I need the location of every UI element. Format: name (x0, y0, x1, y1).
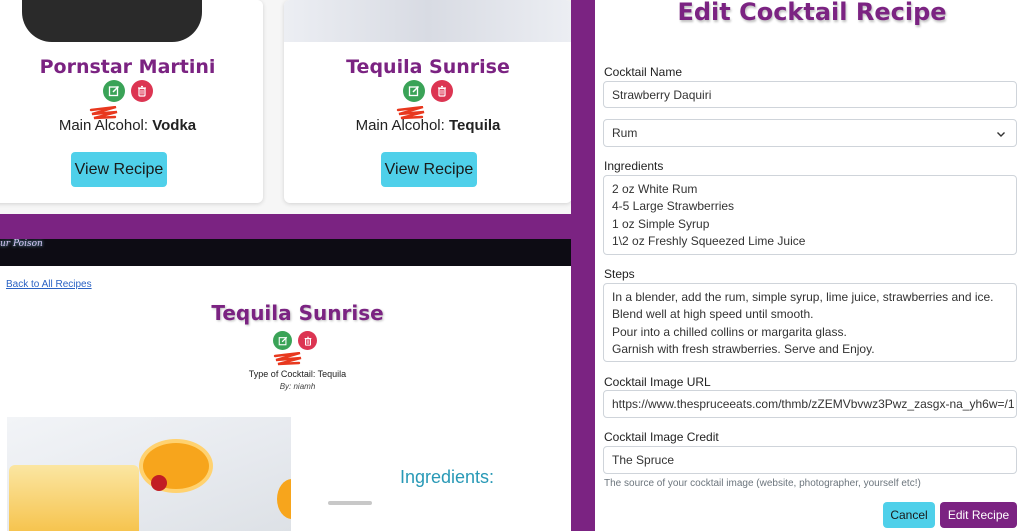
edit-recipe-button[interactable]: Edit Recipe (940, 502, 1017, 528)
edit-recipe-form: Edit Cocktail Recipe Cocktail Name Straw… (595, 0, 1029, 531)
photo-orange-slice (277, 479, 291, 519)
brand-logo[interactable]: ur Poison (0, 239, 43, 249)
chevron-down-icon (997, 132, 1005, 137)
view-recipe-button[interactable]: View Recipe (381, 152, 477, 187)
form-heading: Edit Cocktail Recipe (677, 0, 947, 26)
photo-orange-slice (139, 439, 213, 493)
ingredients-list-cutoff (328, 501, 372, 505)
recipe-card: Tequila Sunrise Main Alcohol: Tequila Vi… (284, 0, 571, 203)
cocktail-photo (7, 417, 291, 531)
view-recipe-button[interactable]: View Recipe (71, 152, 167, 187)
steps-label: Steps (604, 267, 635, 281)
back-to-recipes-link[interactable]: Back to All Recipes (6, 279, 92, 290)
image-url-label: Cocktail Image URL (604, 375, 711, 389)
recipe-title: Tequila Sunrise (211, 301, 384, 325)
recipe-card-image (0, 0, 263, 42)
recipe-detail-panel: ur Poison Back to All Recipes Tequila Su… (0, 239, 571, 531)
recipe-card-actions (284, 80, 571, 102)
steps-textarea[interactable]: In a blender, add the rum, simple syrup,… (603, 283, 1017, 362)
recipe-actions (273, 331, 317, 350)
image-credit-label: Cocktail Image Credit (604, 430, 719, 444)
ingredients-heading: Ingredients: (400, 467, 495, 487)
recipe-card-alcohol: Main Alcohol: Tequila (355, 117, 501, 134)
cancel-button[interactable]: Cancel (883, 502, 935, 528)
recipe-card-image (284, 0, 571, 42)
ingredients-textarea[interactable]: 2 oz White Rum 4-5 Large Strawberries 1 … (603, 175, 1017, 255)
cocktail-name-label: Cocktail Name (604, 65, 683, 79)
screenshot-collage: Pornstar Martini Main Alcohol: Vodka Vie… (0, 0, 1029, 531)
photo-glass (9, 465, 139, 531)
recipe-card-actions (0, 80, 263, 102)
recipe-card: Pornstar Martini Main Alcohol: Vodka Vie… (0, 0, 263, 203)
image-credit-input[interactable]: The Spruce (603, 446, 1017, 474)
alcohol-select-value: Rum (612, 126, 638, 140)
edit-icon[interactable] (403, 80, 425, 102)
ingredients-label: Ingredients (604, 159, 664, 173)
recipe-card-title: Tequila Sunrise (346, 56, 510, 78)
trash-icon[interactable] (298, 331, 317, 350)
cocktail-name-input[interactable]: Strawberry Daquiri (603, 81, 1017, 108)
image-url-input[interactable]: https://www.thespruceeats.com/thmb/zZEMV… (603, 390, 1017, 418)
recipe-author: By: niamh (279, 382, 316, 391)
recipe-card-alcohol: Main Alcohol: Vodka (58, 117, 197, 134)
recipe-cards-panel: Pornstar Martini Main Alcohol: Vodka Vie… (0, 0, 571, 214)
cocktail-type: Type of Cocktail: Tequila (248, 369, 347, 379)
trash-icon[interactable] (431, 80, 453, 102)
alcohol-select[interactable]: Rum (603, 119, 1017, 147)
edit-icon[interactable] (273, 331, 292, 350)
edit-icon[interactable] (102, 80, 125, 102)
recipe-card-title: Pornstar Martini (39, 56, 216, 78)
red-scribble (273, 352, 302, 366)
trash-icon[interactable] (130, 80, 153, 102)
navbar: ur Poison (0, 239, 571, 266)
photo-cherry (151, 475, 167, 491)
image-credit-help: The source of your cocktail image (websi… (604, 478, 921, 489)
